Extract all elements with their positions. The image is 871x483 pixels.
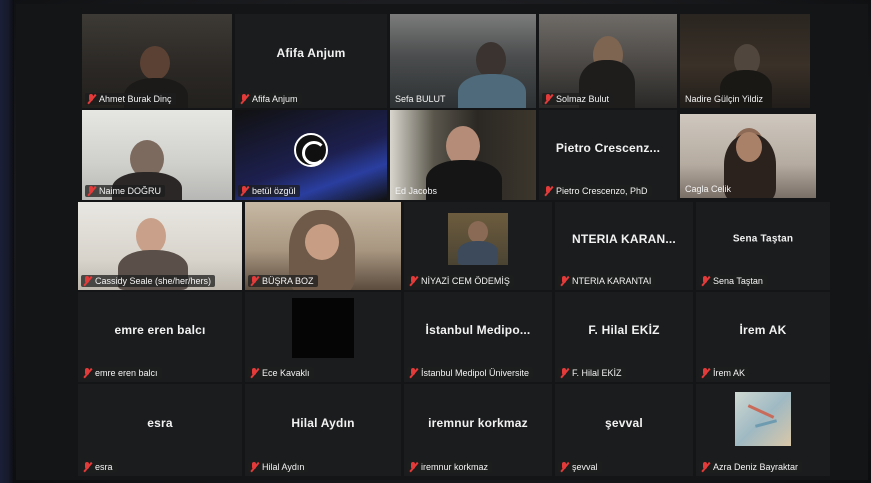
- participant-tile[interactable]: iremnur korkmaz iremnur korkmaz: [404, 384, 552, 476]
- name-label: Cagla Celik: [685, 184, 732, 194]
- name-label: şevval: [558, 461, 602, 473]
- name-label: BÜŞRA BOZ: [248, 275, 318, 287]
- participant-tile[interactable]: Pietro Crescenz... Pietro Crescenzo, PhD: [539, 110, 677, 200]
- name-label: Naime DOĞRU: [85, 185, 166, 197]
- participant-tile[interactable]: Sena Taştan Sena Taştan: [696, 202, 830, 290]
- muted-mic-icon: [250, 368, 259, 378]
- muted-mic-icon: [701, 276, 710, 286]
- name-label: İstanbul Medipol Üniversite: [407, 367, 534, 379]
- muted-mic-icon: [250, 462, 259, 472]
- muted-mic-icon: [87, 186, 96, 196]
- muted-mic-icon: [240, 186, 249, 196]
- participant-tile[interactable]: Ed Jacobs: [390, 110, 536, 200]
- name-label: Afifa Anjum: [238, 93, 302, 105]
- obs-logo-icon: [294, 132, 328, 167]
- participant-tile[interactable]: BÜŞRA BOZ: [245, 202, 401, 290]
- participant-tile[interactable]: Ece Kavaklı: [245, 292, 401, 382]
- participant-tile[interactable]: Ahmet Burak Dinç: [82, 14, 232, 108]
- participant-tile[interactable]: Sefa BULUT: [390, 14, 536, 108]
- muted-mic-icon: [83, 276, 92, 286]
- muted-mic-icon: [409, 276, 418, 286]
- video-gallery: Ahmet Burak Dinç Afifa Anjum Afifa Anjum…: [16, 4, 868, 480]
- participant-tile[interactable]: şevval şevval: [555, 384, 693, 476]
- name-label: Ahmet Burak Dinç: [85, 93, 176, 105]
- participant-tile[interactable]: NİYAZİ CEM ÖDEMİŞ: [404, 202, 552, 290]
- participant-tile[interactable]: Afifa Anjum Afifa Anjum: [235, 14, 387, 108]
- participant-photo: [448, 212, 508, 265]
- participant-tile[interactable]: İrem AK İrem AK: [696, 292, 830, 382]
- participant-tile[interactable]: Naime DOĞRU: [82, 110, 232, 200]
- gallery-row-1: Ahmet Burak Dinç Afifa Anjum Afifa Anjum…: [82, 14, 813, 108]
- name-label: emre eren balcı: [81, 367, 162, 379]
- name-label: iremnur korkmaz: [407, 461, 493, 473]
- participant-tile[interactable]: Solmaz Bulut: [539, 14, 677, 108]
- participant-tile[interactable]: F. Hilal EKİZ F. Hilal EKİZ: [555, 292, 693, 382]
- muted-mic-icon: [560, 462, 569, 472]
- muted-mic-icon: [83, 368, 92, 378]
- muted-mic-icon: [701, 368, 710, 378]
- muted-mic-icon: [87, 94, 96, 104]
- participant-tile[interactable]: emre eren balcı emre eren balcı: [78, 292, 242, 382]
- muted-mic-icon: [544, 186, 553, 196]
- muted-mic-icon: [240, 94, 249, 104]
- name-label: Nadire Gülçin Yildiz: [685, 94, 764, 104]
- participant-photo: [735, 391, 791, 446]
- name-label: esra: [81, 461, 117, 473]
- participant-tile[interactable]: Azra Deniz Bayraktar: [696, 384, 830, 476]
- muted-mic-icon: [544, 94, 553, 104]
- gallery-row-2: Naime DOĞRU betül özgül Ed Jacobs Pietro…: [82, 110, 819, 200]
- name-label: F. Hilal EKİZ: [558, 367, 626, 379]
- name-label: Cassidy Seale (she/her/hers): [81, 275, 216, 287]
- name-label: Ece Kavaklı: [248, 367, 314, 379]
- name-label: NİYAZİ CEM ÖDEMİŞ: [407, 275, 514, 287]
- muted-mic-icon: [250, 276, 259, 286]
- participant-tile[interactable]: Nadire Gülçin Yildiz: [680, 14, 810, 108]
- muted-mic-icon: [409, 368, 418, 378]
- name-label: NTERIA KARANTAI: [558, 275, 656, 287]
- gallery-row-4: emre eren balcı emre eren balcı Ece Kava…: [78, 292, 833, 382]
- muted-mic-icon: [409, 462, 418, 472]
- participant-tile[interactable]: İstanbul Medipo... İstanbul Medipol Üniv…: [404, 292, 552, 382]
- muted-mic-icon: [701, 462, 710, 472]
- muted-mic-icon: [83, 462, 92, 472]
- photo-frame: Ahmet Burak Dinç Afifa Anjum Afifa Anjum…: [0, 0, 871, 483]
- name-label: Hilal Aydın: [248, 461, 309, 473]
- participant-tile[interactable]: esra esra: [78, 384, 242, 476]
- participant-tile[interactable]: Cassidy Seale (she/her/hers): [78, 202, 242, 290]
- name-label: Sefa BULUT: [395, 94, 446, 104]
- monitor-bezel: [0, 0, 14, 483]
- name-label: Azra Deniz Bayraktar: [699, 461, 803, 473]
- gallery-row-5: esra esra Hilal Aydın Hilal Aydın iremnu…: [78, 384, 833, 476]
- participant-tile[interactable]: NTERIA KARAN... NTERIA KARANTAI: [555, 202, 693, 290]
- name-label: betül özgül: [238, 185, 300, 197]
- name-label: İrem AK: [699, 367, 750, 379]
- participant-tile[interactable]: betül özgül: [235, 110, 387, 200]
- gallery-row-3: Cassidy Seale (she/her/hers) BÜŞRA BOZ N…: [78, 202, 833, 290]
- name-label: Ed Jacobs: [395, 186, 438, 196]
- participant-photo: [292, 298, 354, 358]
- muted-mic-icon: [560, 368, 569, 378]
- active-speaker-tile[interactable]: Cagla Celik: [680, 114, 816, 198]
- name-label: Sena Taştan: [699, 275, 767, 287]
- name-label: Pietro Crescenzo, PhD: [542, 185, 652, 197]
- muted-mic-icon: [560, 276, 569, 286]
- participant-tile[interactable]: Hilal Aydın Hilal Aydın: [245, 384, 401, 476]
- name-label: Solmaz Bulut: [542, 93, 614, 105]
